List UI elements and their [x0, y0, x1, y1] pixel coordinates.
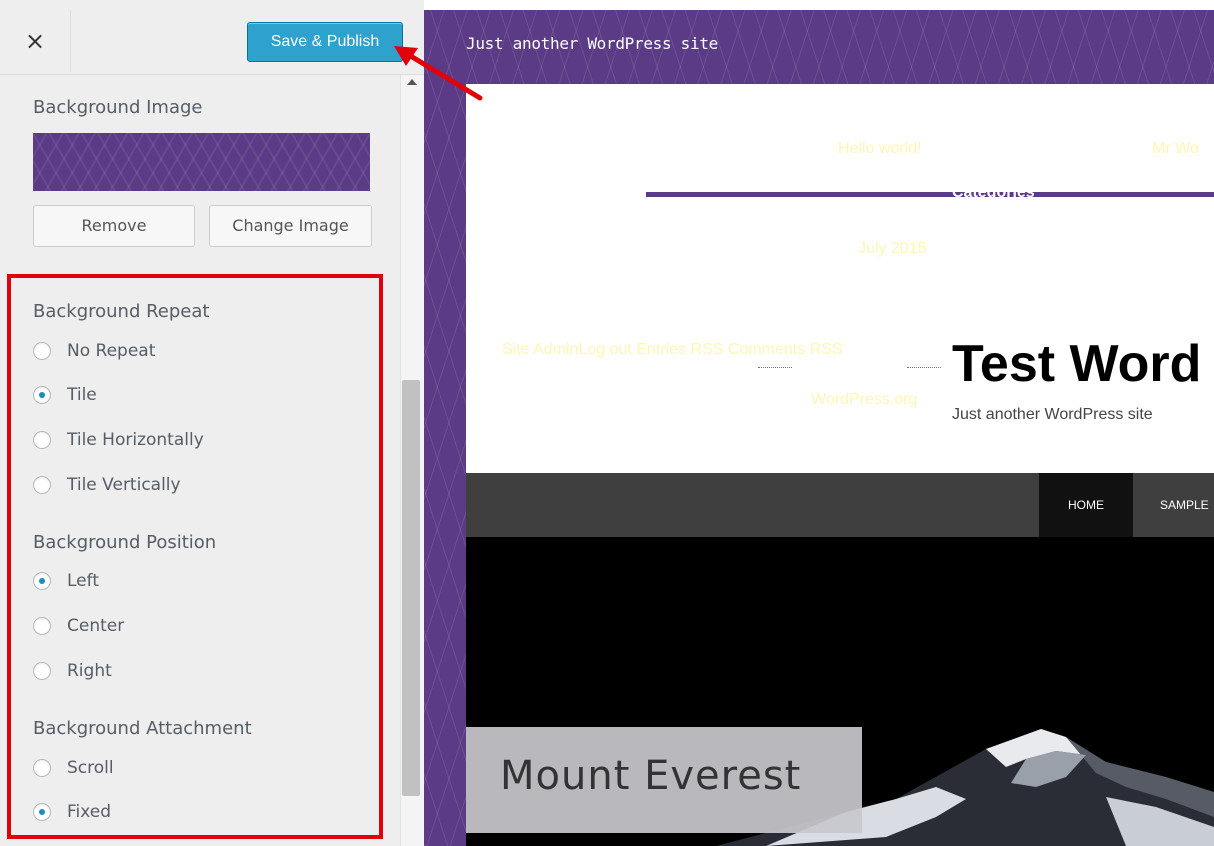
post-link-mr-wo[interactable]: Mr Wo — [1152, 140, 1199, 158]
wordpress-org-link[interactable]: WordPress.org — [811, 391, 917, 409]
slide-caption: Mount Everest — [466, 727, 862, 833]
abbr-underline — [907, 367, 941, 368]
nav-item-sample[interactable]: SAMPLE — [1160, 473, 1214, 537]
primary-navigation: HOME SAMPLE — [466, 473, 1214, 537]
site-title[interactable]: Test Word — [952, 334, 1201, 394]
panel-scrollbar[interactable] — [400, 75, 424, 846]
site-content-frame: Hello world! Mr Wo Categories July 2015 … — [466, 84, 1214, 846]
widget-divider — [646, 192, 1214, 197]
hero-slider: Mount Everest — [466, 537, 1214, 846]
close-icon[interactable]: × — [0, 10, 71, 72]
site-preview: Just another WordPress site Hello world!… — [424, 10, 1214, 846]
widget-title-categories: Categories — [952, 184, 1035, 201]
customizer-header: × Save & Publish — [0, 0, 424, 75]
change-image-button[interactable]: Change Image — [209, 205, 372, 247]
post-link-hello-world[interactable]: Hello world! — [838, 140, 922, 158]
meta-links[interactable]: Site AdminLog out Entries RSS Comments R… — [502, 341, 843, 359]
annotation-arrow-icon — [394, 46, 483, 101]
annotation-highlight-box — [7, 274, 383, 839]
slide-caption-title: Mount Everest — [500, 753, 802, 799]
site-tagline-top: Just another WordPress site — [466, 34, 718, 53]
scrollbar-thumb[interactable] — [402, 380, 420, 796]
abbr-underline — [758, 367, 792, 368]
background-image-title: Background Image — [33, 97, 203, 118]
background-image-thumbnail — [33, 133, 370, 191]
archive-link-july[interactable]: July 2015 — [858, 240, 927, 258]
site-description: Just another WordPress site — [952, 406, 1153, 423]
nav-item-home[interactable]: HOME — [1039, 473, 1133, 537]
remove-button[interactable]: Remove — [33, 205, 195, 247]
save-publish-button[interactable]: Save & Publish — [247, 22, 403, 62]
